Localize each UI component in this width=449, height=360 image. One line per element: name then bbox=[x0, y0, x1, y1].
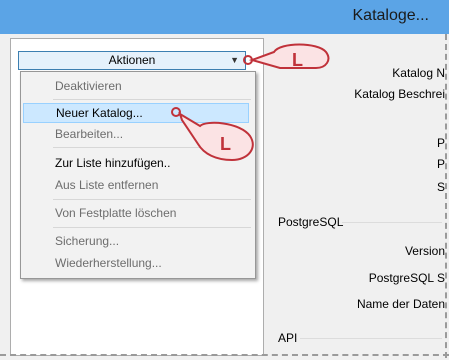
cropped-edge bbox=[0, 354, 449, 356]
api-group-title: API bbox=[278, 331, 298, 345]
catalog-field-label: S bbox=[436, 180, 445, 194]
menu-item-bearbeiten[interactable]: Bearbeiten... bbox=[55, 124, 123, 144]
catalog-field-label: P bbox=[436, 136, 445, 150]
actions-button-label: Aktionen bbox=[108, 53, 156, 67]
postgres-database-name-label: Name der Daten bbox=[356, 297, 445, 311]
menu-item-zur-liste-hinzufuegen[interactable]: Zur Liste hinzufügen.. bbox=[55, 153, 170, 173]
postgresql-group-title: PostgreSQL bbox=[278, 215, 344, 229]
catalog-field-label: P bbox=[436, 157, 445, 171]
group-divider bbox=[342, 222, 442, 223]
menu-separator bbox=[53, 199, 251, 200]
actions-dropdown-button[interactable]: Aktionen ▼ bbox=[18, 51, 246, 70]
menu-item-deaktivieren[interactable]: Deaktivieren bbox=[55, 76, 122, 96]
menu-separator bbox=[53, 99, 251, 100]
postgres-server-label: PostgreSQL S bbox=[368, 271, 445, 285]
cursor-badge-label: L bbox=[220, 134, 231, 154]
menu-separator bbox=[53, 227, 251, 228]
left-click-cursor-icon: L bbox=[171, 107, 254, 162]
chevron-down-icon: ▼ bbox=[230, 55, 239, 65]
menu-item-wiederherstellung[interactable]: Wiederherstellung... bbox=[55, 253, 162, 273]
group-divider bbox=[300, 338, 442, 339]
menu-item-von-festplatte-loeschen[interactable]: Von Festplatte löschen bbox=[55, 203, 176, 223]
cropped-edge bbox=[445, 34, 447, 358]
menu-item-sicherung[interactable]: Sicherung... bbox=[55, 231, 119, 251]
menu-item-aus-liste-entfernen[interactable]: Aus Liste entfernen bbox=[55, 175, 158, 195]
actions-menu: Deaktivieren Neuer Katalog... Bearbeiten… bbox=[20, 71, 256, 279]
catalog-description-label: Katalog Beschrei bbox=[354, 87, 445, 101]
catalog-name-label: Katalog N bbox=[392, 66, 445, 80]
postgres-version-label: Version bbox=[404, 244, 445, 258]
